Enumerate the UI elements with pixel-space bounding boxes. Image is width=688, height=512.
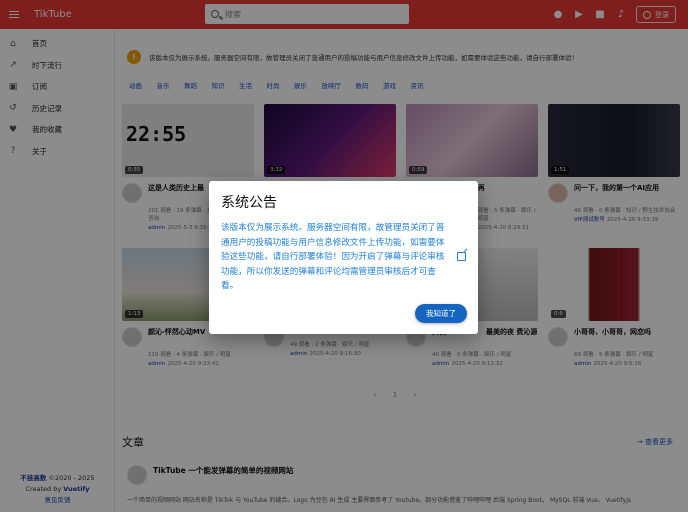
acknowledge-button[interactable]: 我知道了 [415, 304, 467, 323]
external-link-icon[interactable] [457, 252, 466, 261]
dialog-body: 该版本仅为展示系统。服务器空间有限，故管理员关闭了普通用户的投稿功能与用户信息修… [221, 223, 445, 292]
dialog-title: 系统公告 [221, 195, 277, 211]
announcement-dialog: 系统公告 该版本仅为展示系统。服务器空间有限，故管理员关闭了普通用户的投稿功能与… [209, 181, 478, 334]
